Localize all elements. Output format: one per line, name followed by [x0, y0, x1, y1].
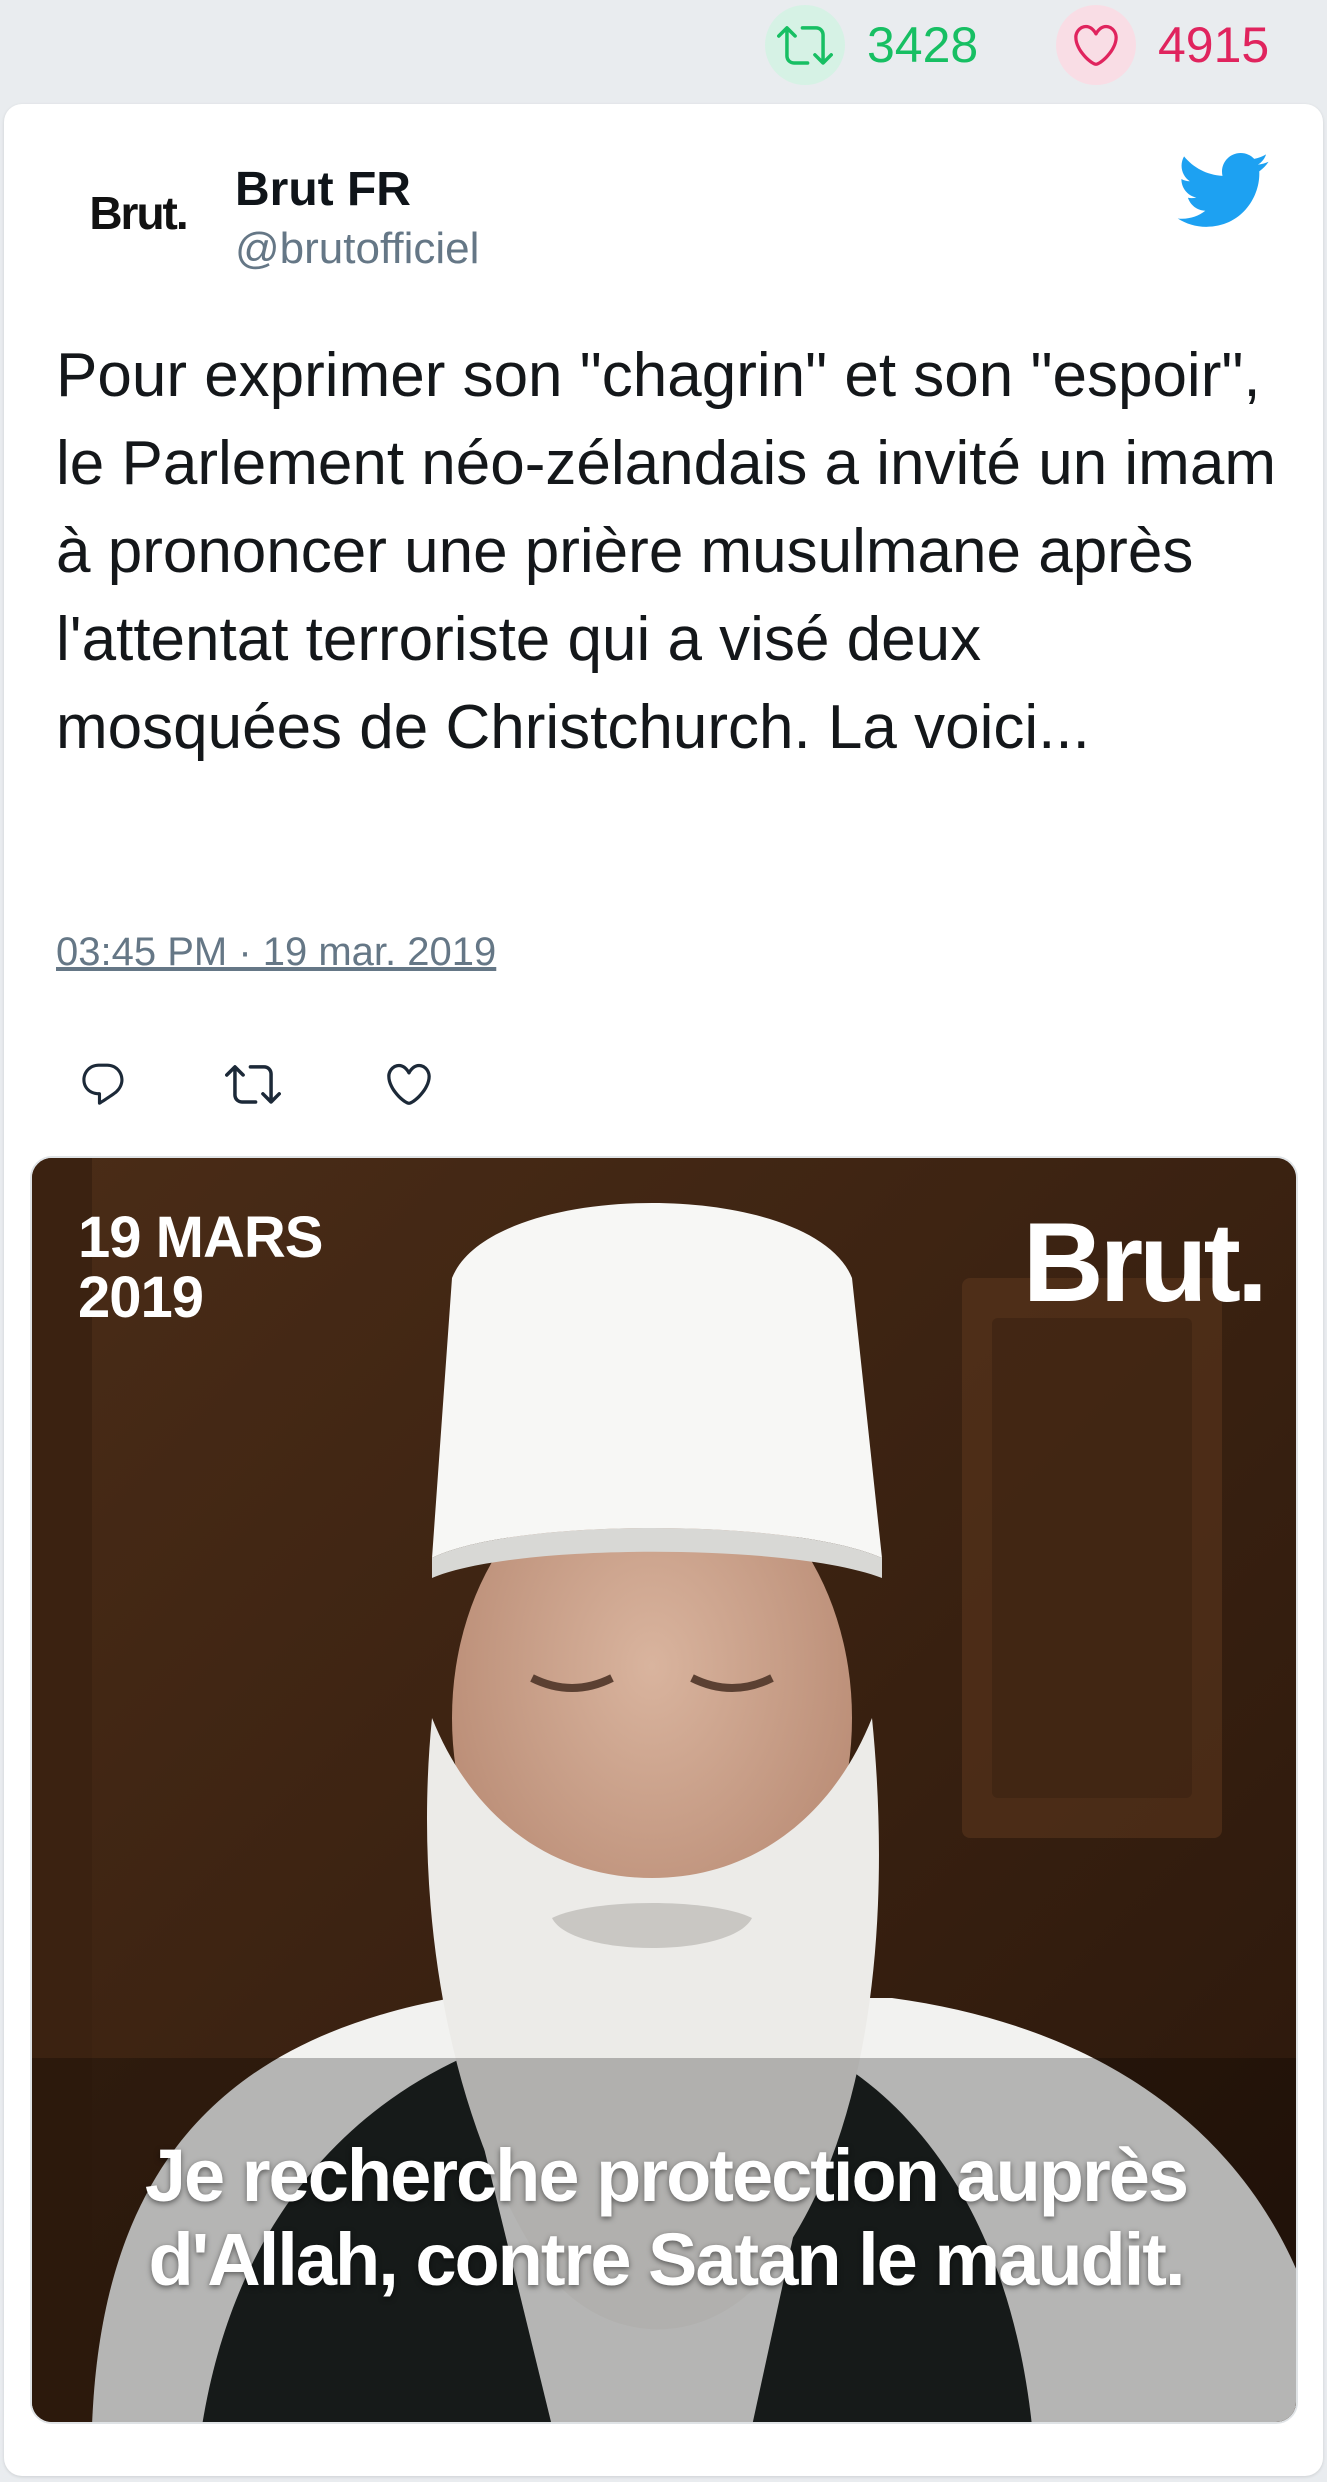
heart-icon	[1056, 5, 1136, 85]
retweet-count-stat[interactable]: 3428	[765, 5, 979, 85]
reply-button[interactable]	[68, 1049, 138, 1119]
retweet-button[interactable]	[218, 1049, 288, 1119]
media-date-label: 19 MARS 2019	[78, 1205, 323, 1330]
avatar-logo-text: Brut.	[89, 187, 188, 239]
like-button[interactable]	[374, 1049, 444, 1119]
media-caption-line2: d'Allah, contre Satan le maudit.	[148, 2218, 1185, 2301]
tweet-video-thumbnail[interactable]: 19 MARS 2019 Brut. Je recherche protecti…	[30, 1156, 1298, 2424]
twitter-bird-icon[interactable]	[1174, 150, 1270, 230]
retweet-icon	[225, 1065, 281, 1104]
reply-icon	[82, 1063, 124, 1105]
like-count: 4915	[1158, 17, 1270, 73]
tweet-text: Pour exprimer son "chagrin" et son "espo…	[56, 341, 1276, 762]
like-count-stat[interactable]: 4915	[1056, 5, 1270, 85]
media-date-line1: 19 MARS	[78, 1205, 323, 1270]
retweet-count: 3428	[867, 17, 979, 73]
heart-icon	[387, 1063, 431, 1105]
author-name[interactable]: Brut FR	[235, 162, 411, 217]
tweet-card: Brut. Brut FR @brutofficiel Pour exprime…	[4, 104, 1323, 2476]
avatar[interactable]: Brut.	[58, 168, 218, 258]
retweet-icon	[765, 5, 845, 85]
media-date-line2: 2019	[78, 1265, 204, 1330]
author-handle[interactable]: @brutofficiel	[235, 224, 479, 274]
media-caption: Je recherche protection auprès d'Allah, …	[32, 2134, 1296, 2302]
media-brut-logo: Brut.	[1022, 1200, 1268, 1325]
tweet-stats-bar: 3428 4915	[0, 0, 1327, 96]
media-caption-line1: Je recherche protection auprès	[144, 2134, 1189, 2217]
tweet-timestamp[interactable]: 03:45 PM · 19 mar. 2019	[56, 930, 496, 975]
